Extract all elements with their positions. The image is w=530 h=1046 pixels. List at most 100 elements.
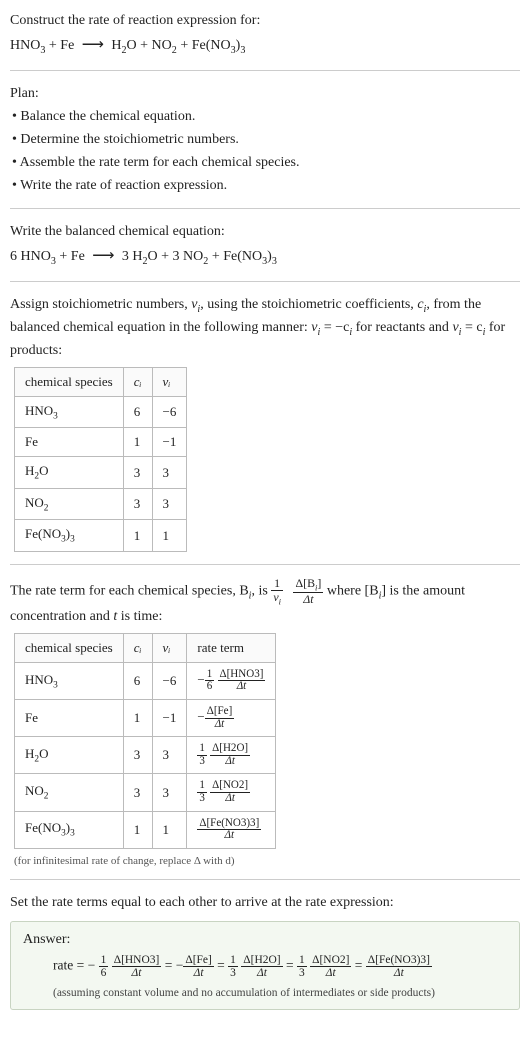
- denominator: Δt: [197, 829, 261, 842]
- stoich-section: Assign stoichiometric numbers, νi, using…: [10, 294, 520, 552]
- denominator: Δt: [183, 966, 213, 979]
- numerator: Δ[Fe]: [205, 706, 235, 718]
- fraction: Δ[NO2]Δt: [310, 954, 351, 979]
- numerator: 1: [271, 577, 283, 590]
- nui-cell: −1: [152, 700, 187, 737]
- col-rate-term: rate term: [187, 633, 276, 662]
- denominator: 6: [99, 966, 109, 979]
- eq-sub: 3: [240, 45, 245, 56]
- numerator: 1: [197, 780, 207, 792]
- fraction: 1 νi: [271, 577, 283, 606]
- table-row: Fe(NO3)311Δ[Fe(NO3)3]Δt: [15, 811, 276, 848]
- species-text: H: [25, 463, 34, 478]
- species-text: NO: [25, 783, 44, 798]
- fraction: 13: [197, 780, 207, 804]
- fraction: Δ[HNO3]Δt: [112, 954, 162, 979]
- col-nui: νᵢ: [152, 633, 187, 662]
- species-text: Fe: [25, 434, 38, 449]
- eq-text: + Fe(NO: [208, 249, 262, 264]
- divider: [10, 879, 520, 880]
- species-text: HNO: [25, 672, 53, 687]
- table-row: Fe1−1−Δ[Fe]Δt: [15, 700, 276, 737]
- fraction: Δ[Fe(NO3)3]Δt: [366, 954, 432, 979]
- reaction-arrow-icon: ⟶: [92, 244, 114, 267]
- balanced-heading: Write the balanced chemical equation:: [10, 221, 520, 242]
- nui-cell: 3: [152, 457, 187, 489]
- species-text: Fe: [25, 710, 38, 725]
- plan-bullet: • Determine the stoichiometric numbers.: [12, 129, 520, 150]
- text: , using the stoichiometric coefficients,: [200, 297, 417, 312]
- species-text: NO: [25, 495, 44, 510]
- plan-section: Plan: • Balance the chemical equation. •…: [10, 83, 520, 196]
- conclusion-lead: Set the rate terms equal to each other t…: [10, 892, 520, 913]
- species-text: Fe(NO: [25, 820, 61, 835]
- species-sub: 3: [70, 535, 75, 545]
- species-cell: Fe: [15, 428, 124, 457]
- fraction: 13: [228, 954, 238, 979]
- species-sub: 2: [44, 792, 49, 802]
- stoich-table: chemical species cᵢ νᵢ HNO36−6Fe1−1H2O33…: [14, 367, 187, 552]
- text: is time:: [117, 609, 162, 624]
- denominator: 3: [228, 966, 238, 979]
- table-row: HNO36−6: [15, 396, 187, 428]
- numerator: Δ[Fe]: [183, 954, 213, 966]
- prompt-section: Construct the rate of reaction expressio…: [10, 10, 520, 58]
- ci-cell: 3: [123, 457, 152, 489]
- nui-cell: 3: [152, 737, 187, 774]
- divider: [10, 281, 520, 282]
- fraction: 16: [99, 954, 109, 979]
- reaction-arrow-icon: ⟶: [82, 33, 104, 56]
- ci-cell: 6: [123, 396, 152, 428]
- balanced-section: Write the balanced chemical equation: 6 …: [10, 221, 520, 269]
- denominator: 3: [197, 792, 207, 805]
- species-cell: H2O: [15, 737, 124, 774]
- fraction: Δ[H2O]Δt: [210, 743, 250, 767]
- species-text: O: [39, 746, 48, 761]
- equals: =: [286, 957, 297, 972]
- numerator: Δ[NO2]: [310, 954, 351, 966]
- denominator: 3: [297, 966, 307, 979]
- equals: =: [217, 957, 228, 972]
- rateterm-table: chemical species cᵢ νᵢ rate term HNO36−6…: [14, 633, 276, 849]
- neg-sign: −: [197, 672, 204, 687]
- numerator: 1: [197, 743, 207, 755]
- fraction: Δ[Fe]Δt: [205, 706, 235, 730]
- symbol-sub: i: [279, 596, 281, 606]
- fraction: 13: [197, 743, 207, 767]
- species-cell: HNO3: [15, 396, 124, 428]
- eq-text: HNO: [10, 38, 40, 53]
- eq-text: O + 3 NO: [148, 249, 204, 264]
- text: Assign stoichiometric numbers,: [10, 297, 191, 312]
- equals: =: [355, 957, 366, 972]
- eq-text: 3 H: [118, 249, 142, 264]
- text: Δ[B: [295, 576, 315, 590]
- fraction: Δ[Fe(NO3)3]Δt: [197, 818, 261, 842]
- table-row: Fe(NO3)311: [15, 520, 187, 552]
- denominator: Δt: [293, 592, 323, 606]
- species-cell: NO2: [15, 488, 124, 520]
- divider: [10, 208, 520, 209]
- ci-cell: 1: [123, 520, 152, 552]
- table-header-row: chemical species cᵢ νᵢ rate term: [15, 633, 276, 662]
- eq-text: H: [108, 38, 122, 53]
- ci-cell: 1: [123, 428, 152, 457]
- col-ci: cᵢ: [123, 633, 152, 662]
- plan-bullet: • Write the rate of reaction expression.: [12, 175, 520, 196]
- col-species: chemical species: [15, 367, 124, 396]
- rate-term-cell: −Δ[Fe]Δt: [187, 700, 276, 737]
- eq-text: + Fe(NO: [177, 38, 231, 53]
- prompt-title: Construct the rate of reaction expressio…: [10, 10, 520, 31]
- stoich-intro: Assign stoichiometric numbers, νi, using…: [10, 294, 520, 361]
- ci-cell: 3: [123, 774, 152, 811]
- col-ci: cᵢ: [123, 367, 152, 396]
- numerator: 1: [228, 954, 238, 966]
- equals: =: [165, 957, 176, 972]
- nui-cell: 1: [152, 520, 187, 552]
- rateterm-section: The rate term for each chemical species,…: [10, 577, 520, 867]
- denominator: Δt: [112, 966, 162, 979]
- conclusion-section: Set the rate terms equal to each other t…: [10, 892, 520, 1010]
- answer-box: Answer: rate = − 16 Δ[HNO3]Δt = −Δ[Fe]Δt…: [10, 921, 520, 1010]
- numerator: Δ[Fe(NO3)3]: [197, 818, 261, 830]
- species-cell: Fe(NO3)3: [15, 811, 124, 848]
- fraction: 16: [205, 669, 215, 693]
